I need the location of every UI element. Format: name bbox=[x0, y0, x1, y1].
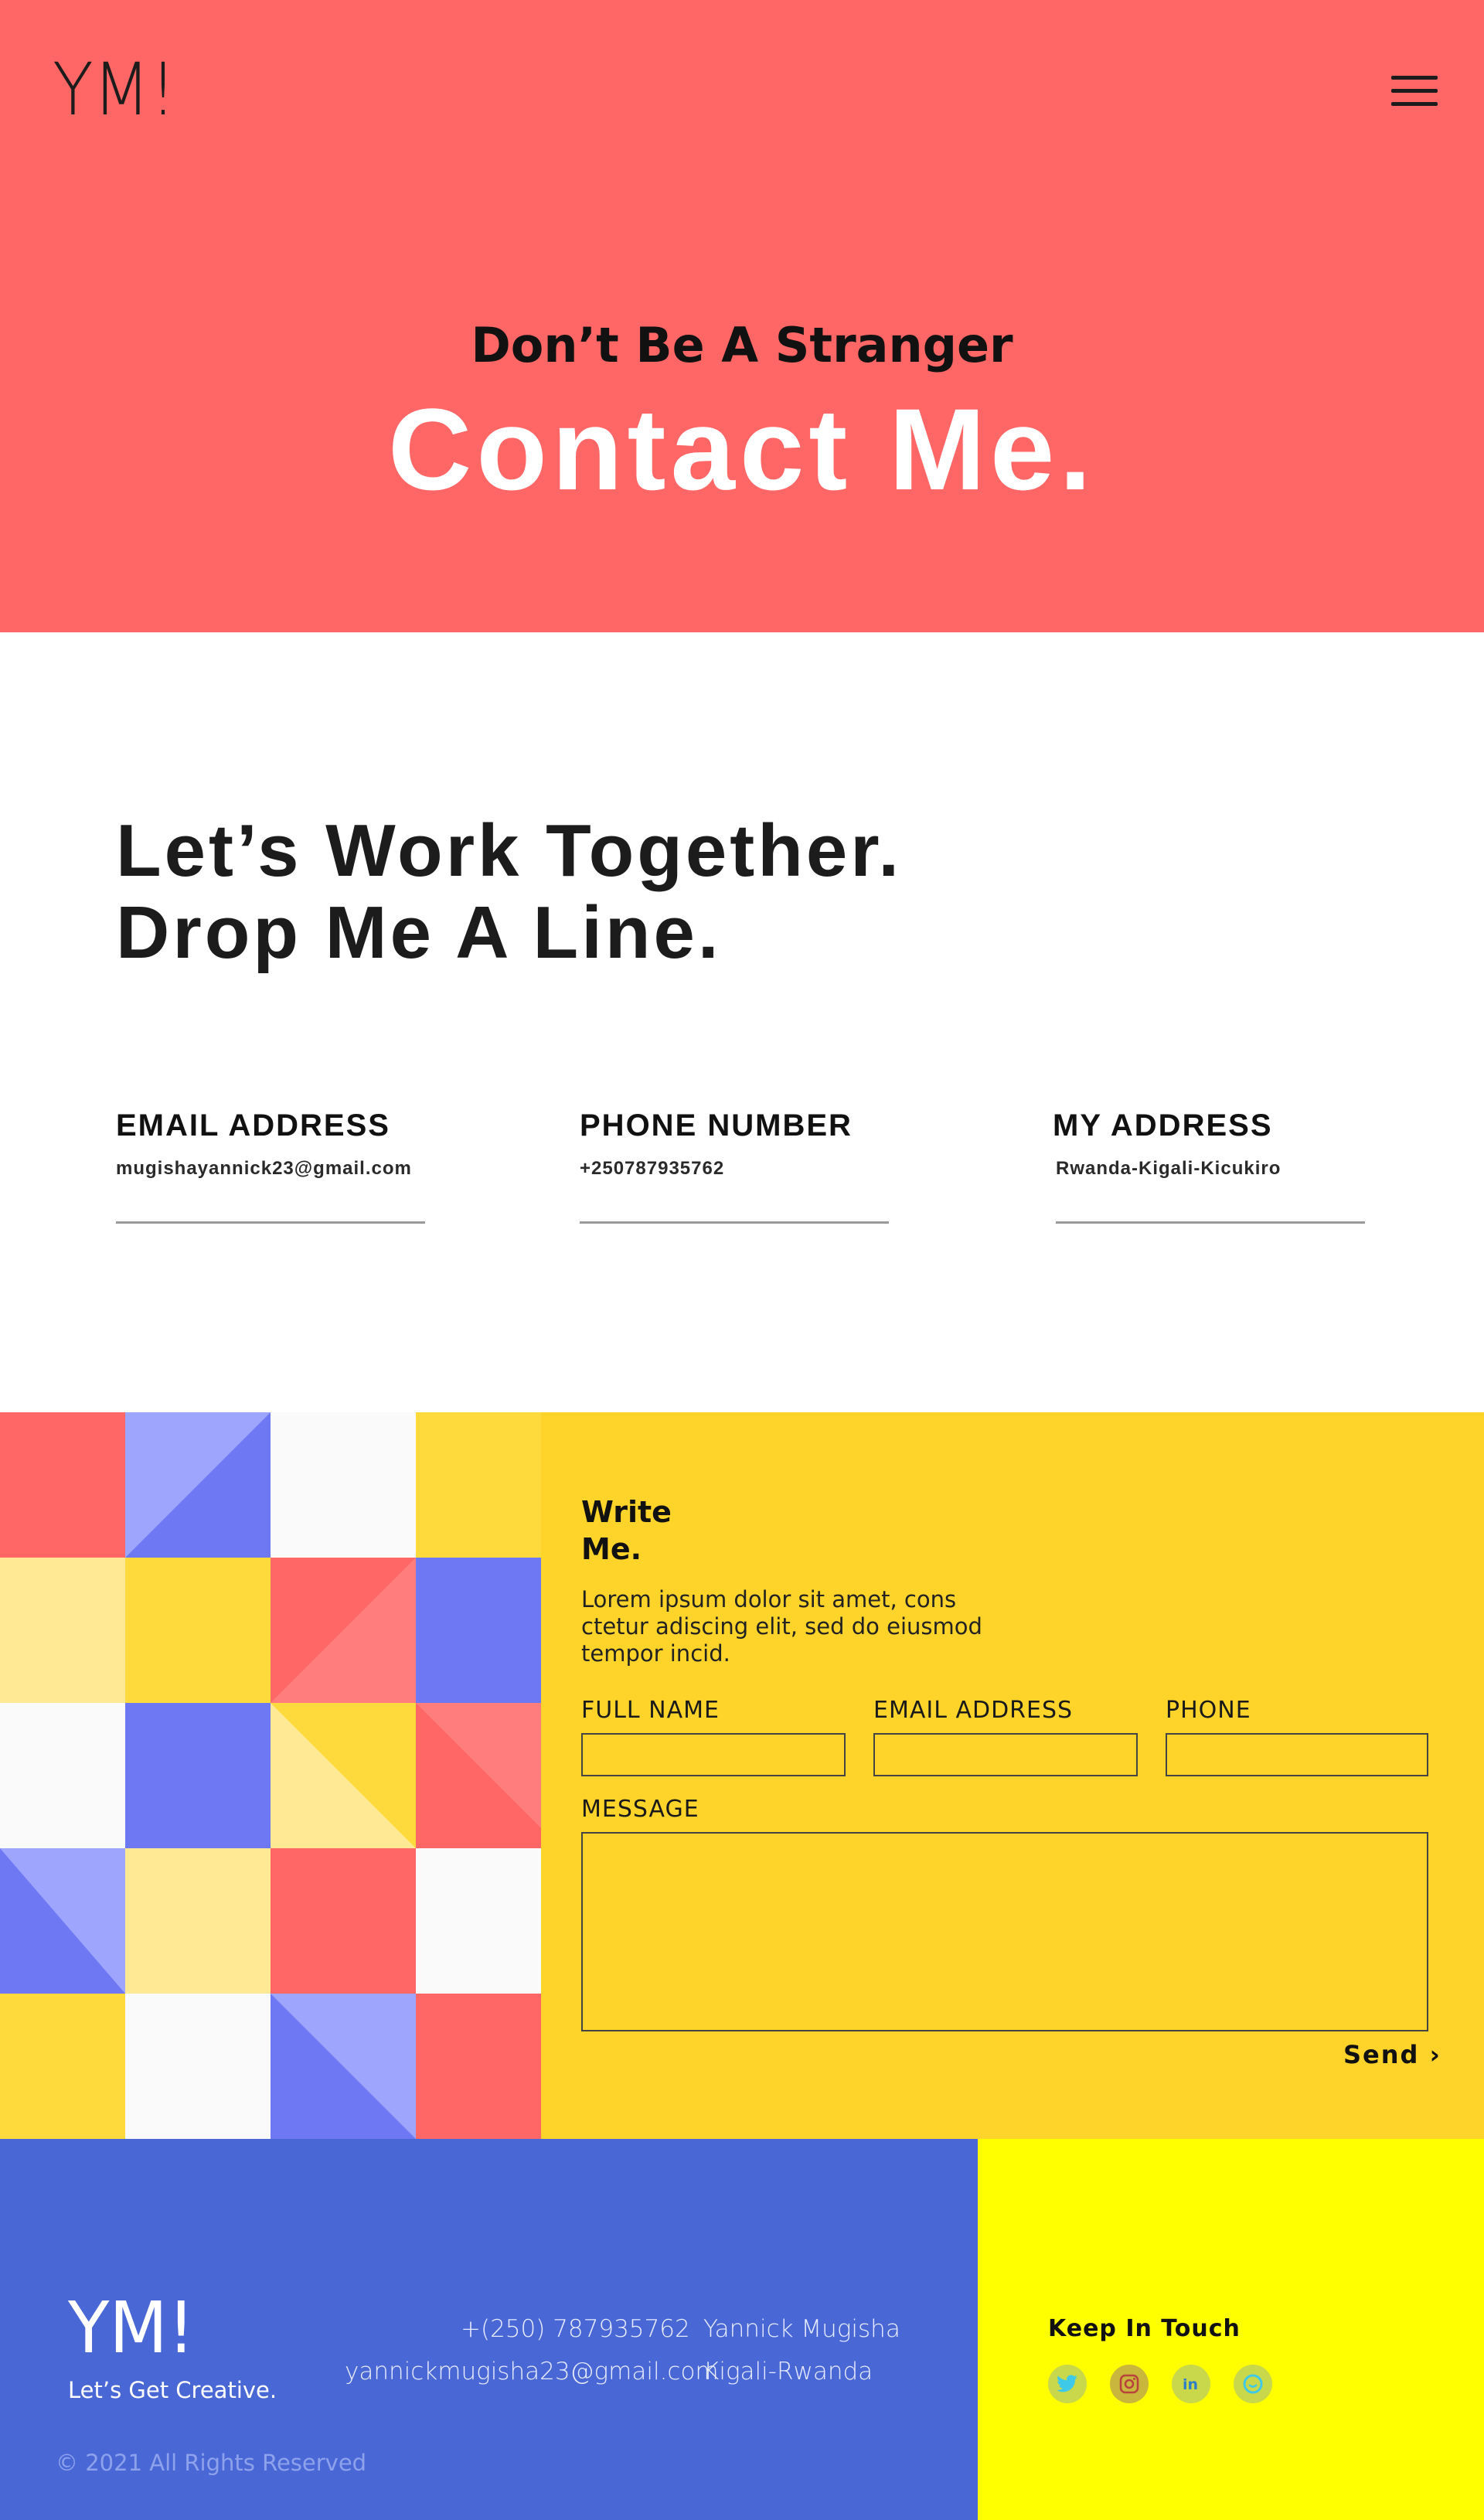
work-together-heading: Let’s Work Together. Drop Me A Line. bbox=[116, 810, 902, 974]
email-label: EMAIL ADDRESS bbox=[873, 1697, 1074, 1724]
decorative-mosaic bbox=[0, 1412, 541, 2139]
full-name-input[interactable] bbox=[581, 1733, 846, 1776]
instagram-icon[interactable] bbox=[1110, 2365, 1149, 2403]
heading-line-2: Drop Me A Line. bbox=[116, 891, 722, 974]
divider bbox=[116, 1221, 425, 1224]
github-icon[interactable] bbox=[1234, 2365, 1272, 2403]
hero-title: Contact Me. bbox=[387, 384, 1097, 514]
svg-text:in: in bbox=[1183, 2376, 1198, 2393]
footer-tagline: Let’s Get Creative. bbox=[68, 2377, 277, 2403]
email-info-value[interactable]: mugishayannick23@gmail.com bbox=[116, 1160, 412, 1178]
form-title-line-2: Me. bbox=[581, 1532, 642, 1566]
keep-in-touch-heading: Keep In Touch bbox=[1048, 2315, 1241, 2342]
email-info: EMAIL ADDRESS mugishayannick23@gmail.com bbox=[116, 1110, 412, 1178]
email-info-label: EMAIL ADDRESS bbox=[116, 1108, 390, 1143]
footer-logo[interactable]: YM! bbox=[68, 2293, 195, 2364]
phone-info-label: PHONE NUMBER bbox=[580, 1108, 853, 1143]
hero-section bbox=[0, 0, 1484, 632]
footer-email[interactable]: yannickmugisha23@gmail.com bbox=[345, 2360, 719, 2384]
hamburger-menu-icon[interactable] bbox=[1391, 76, 1438, 107]
heading-line-1: Let’s Work Together. bbox=[116, 809, 903, 892]
divider bbox=[1056, 1221, 1365, 1224]
form-title-line-1: Write bbox=[581, 1495, 672, 1529]
message-textarea[interactable] bbox=[581, 1832, 1428, 2031]
form-description: Lorem ipsum dolor sit amet, cons ctetur … bbox=[581, 1586, 982, 1667]
address-info-value: Rwanda-Kigali-Kicukiro bbox=[1056, 1158, 1281, 1179]
twitter-icon[interactable] bbox=[1048, 2365, 1087, 2403]
footer-name: Yannick Mugisha bbox=[703, 2315, 900, 2343]
copyright: © 2021 All Rights Reserved bbox=[56, 2450, 367, 2476]
footer-phone[interactable]: +(250) 787935762 bbox=[461, 2317, 690, 2341]
hero-subtitle: Don’t Be A Stranger bbox=[471, 317, 1013, 373]
phone-label: PHONE bbox=[1166, 1697, 1251, 1724]
form-title: Write Me. bbox=[581, 1493, 736, 1568]
full-name-label: FULL NAME bbox=[581, 1697, 720, 1724]
logo[interactable]: YM! bbox=[53, 54, 176, 127]
linkedin-icon[interactable]: in bbox=[1172, 2365, 1210, 2403]
divider bbox=[580, 1221, 889, 1224]
phone-input[interactable] bbox=[1166, 1733, 1428, 1776]
send-button[interactable]: Send › bbox=[1343, 2042, 1441, 2067]
address-info-label: MY ADDRESS bbox=[1053, 1108, 1273, 1143]
phone-info: PHONE NUMBER +250787935762 bbox=[580, 1110, 853, 1178]
email-input[interactable] bbox=[873, 1733, 1138, 1776]
mosaic-graphic bbox=[0, 1412, 541, 2139]
message-label: MESSAGE bbox=[581, 1796, 699, 1823]
phone-info-value[interactable]: +250787935762 bbox=[580, 1160, 853, 1178]
address-info: MY ADDRESS Rwanda-Kigali-Kicukiro bbox=[1053, 1110, 1281, 1178]
footer-location: Kigali-Rwanda bbox=[703, 2358, 873, 2385]
